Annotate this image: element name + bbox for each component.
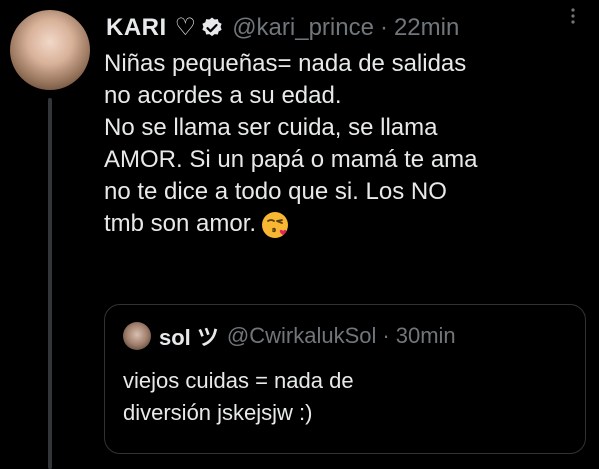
- quoted-username-handle[interactable]: @CwirkalukSol: [227, 323, 376, 349]
- verified-badge-icon: [200, 16, 224, 40]
- quoted-text-line: viejos cuidas = nada de: [123, 368, 354, 393]
- quoted-tweet-text: viejos cuidas = nada de diversión jskejs…: [123, 365, 571, 429]
- face-blowing-kiss-emoji-icon: [260, 210, 290, 240]
- tweet-text: Niñas pequeñas= nada de salidas no acord…: [104, 48, 584, 240]
- white-heart-icon: ♡: [174, 14, 197, 41]
- quoted-separator-dot: ·: [382, 323, 390, 348]
- quoted-timestamp[interactable]: 30min: [396, 323, 456, 349]
- separator-dot: ·: [379, 14, 388, 41]
- tweet-text-line-last: tmb son amor.: [104, 208, 584, 240]
- more-dots-icon[interactable]: [561, 6, 585, 30]
- tweet[interactable]: KARI ♡ @kari_prince · 22min Niñas pequeñ…: [0, 0, 599, 469]
- tweet-text-line: Niñas pequeñas= nada de salidas: [104, 50, 467, 77]
- quoted-tweet[interactable]: sol ツ @CwirkalukSol · 30min viejos cuida…: [104, 304, 586, 454]
- tweet-header: KARI ♡ @kari_prince · 22min: [106, 10, 589, 46]
- timestamp[interactable]: 22min: [394, 14, 459, 42]
- quoted-display-name[interactable]: sol ツ: [159, 320, 219, 352]
- tweet-text-line: tmb son amor.: [104, 210, 257, 237]
- quoted-tweet-header: sol ツ @CwirkalukSol · 30min: [123, 321, 571, 351]
- avatar[interactable]: [10, 10, 90, 90]
- thread-line: [48, 98, 52, 469]
- tweet-text-line: No se llama ser cuida, se llama: [104, 114, 438, 141]
- quoted-text-line: diversión jskejsjw :): [123, 400, 313, 425]
- tweet-text-line: AMOR. Si un papá o mamá te ama: [104, 146, 478, 173]
- display-name[interactable]: KARI: [106, 14, 167, 42]
- username-handle[interactable]: @kari_prince: [232, 14, 374, 42]
- quoted-avatar[interactable]: [123, 322, 151, 350]
- tweet-text-line: no acordes a su edad.: [104, 82, 342, 109]
- tweet-text-line: no te dice a todo que si. Los NO: [104, 178, 447, 205]
